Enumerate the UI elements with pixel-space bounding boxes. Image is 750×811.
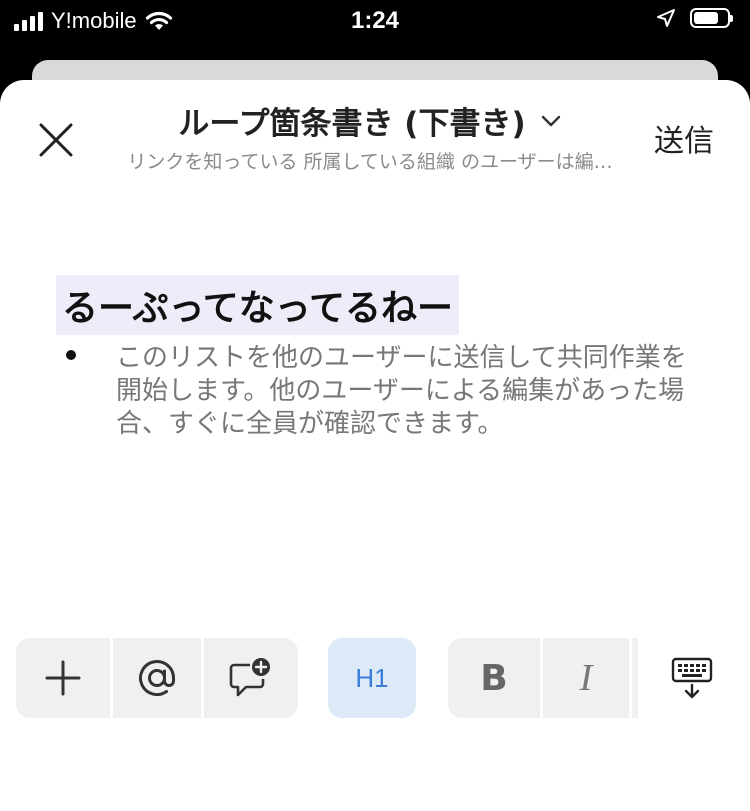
sharing-subtitle: リンクを知っている 所属している組織 のユーザーは編… [127, 151, 613, 173]
insert-group [16, 638, 298, 718]
dismiss-keyboard-button[interactable] [652, 638, 732, 718]
battery-icon [690, 8, 733, 28]
chevron-down-icon[interactable] [540, 110, 562, 132]
document-heading[interactable]: るーぷってなってるねー [56, 275, 459, 335]
mention-button[interactable] [113, 638, 201, 718]
close-button[interactable] [30, 114, 82, 166]
send-button[interactable]: 送信 [654, 116, 714, 160]
page-title: ループ箇条書き (下書き) [178, 106, 526, 142]
header-title-area[interactable]: ループ箇条書き (下書き) リンクを知っている 所属している組織 のユーザーは編… [100, 98, 640, 174]
insert-button[interactable] [16, 638, 110, 718]
location-arrow-icon [657, 9, 675, 27]
text-style-group: B I [448, 638, 638, 718]
bold-button[interactable]: B [448, 638, 540, 718]
italic-icon: I [579, 657, 593, 699]
status-time: 1:24 [350, 7, 400, 34]
formatting-toolbar: H1 B I [0, 638, 750, 718]
status-bar: Y!mobile 1:24 [0, 0, 750, 58]
comment-add-icon [229, 658, 270, 697]
close-icon [39, 123, 73, 157]
heading1-button[interactable]: H1 [328, 638, 416, 718]
italic-button[interactable]: I [543, 638, 629, 718]
at-sign-icon [139, 660, 175, 697]
list-item[interactable]: このリストを他のユーザーに送信して共同作業を開始します。他のユーザーによる編集が… [116, 342, 696, 441]
plus-icon [45, 660, 81, 696]
bold-icon: B [480, 657, 508, 699]
add-comment-button[interactable] [204, 638, 298, 718]
bullet-icon [66, 350, 76, 360]
keyboard-dismiss-icon [671, 657, 713, 699]
status-right [656, 8, 733, 28]
